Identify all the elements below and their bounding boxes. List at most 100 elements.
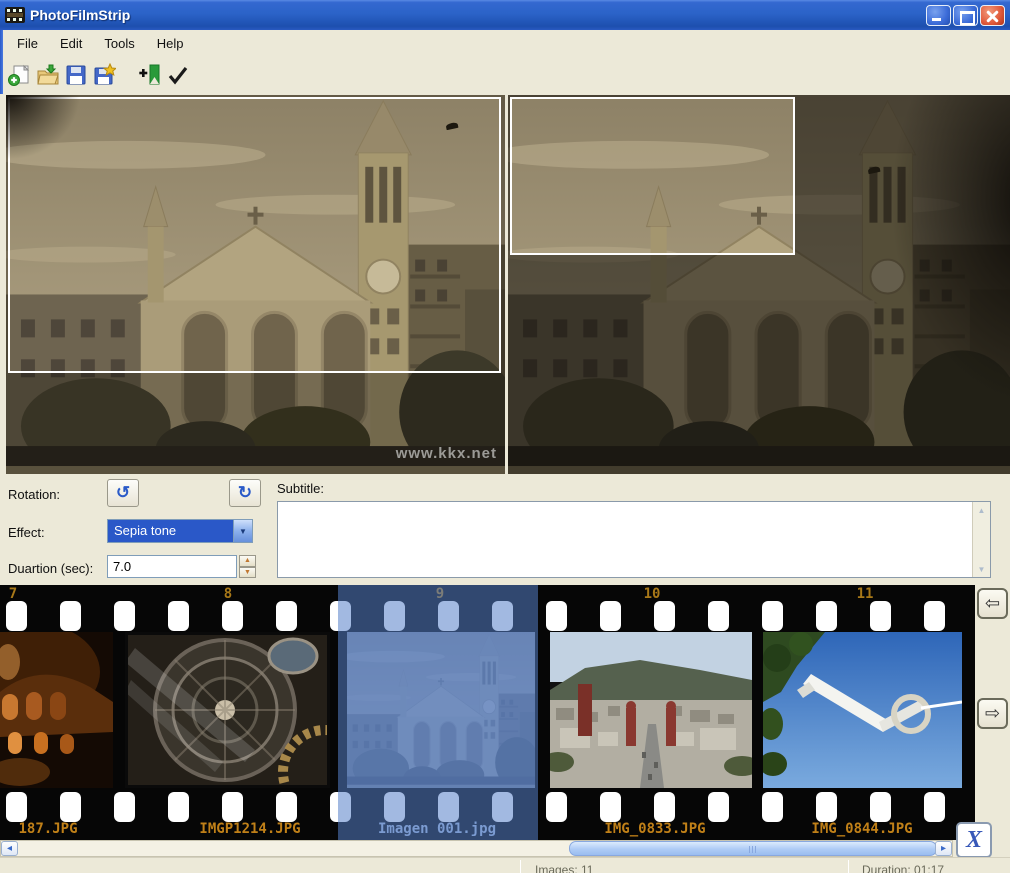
title-bar[interactable]: PhotoFilmStrip (0, 0, 1010, 30)
statusbar-separator (520, 860, 521, 873)
window-title: PhotoFilmStrip (30, 7, 130, 23)
scroll-left-button[interactable]: ◂ (1, 841, 18, 856)
properties-panel: Rotation: ↺ ↻ Effect: Sepia tone ▼ Duart… (0, 475, 1010, 585)
duration-input[interactable] (107, 555, 237, 578)
motion-crop-rect-start[interactable] (8, 97, 501, 373)
sprocket-hole (276, 792, 297, 822)
preview-area: www.kkx.net (0, 94, 1010, 475)
scrollbar-thumb[interactable] (569, 841, 937, 856)
rotate-ccw-icon: ↺ (116, 483, 130, 503)
effect-selected-value: Sepia tone (108, 520, 233, 542)
remove-frame-button[interactable]: X (956, 822, 992, 858)
scroll-right-icon: ▸ (941, 843, 946, 854)
render-filmstrip-button[interactable] (164, 61, 192, 89)
menu-edit[interactable]: Edit (51, 33, 91, 54)
rotation-label: Rotation: (8, 487, 60, 502)
duration-label: Duartion (sec): (8, 561, 93, 576)
thumbnail-imagen001-selected[interactable] (347, 632, 535, 788)
maximize-button[interactable] (953, 5, 978, 26)
menu-help[interactable]: Help (148, 33, 193, 54)
open-project-button[interactable] (34, 61, 62, 89)
chevron-down-icon: ▼ (239, 527, 247, 536)
sprocket-hole (222, 792, 243, 822)
move-frame-right-button[interactable]: ⇨ (977, 698, 1008, 729)
thumbnail-187[interactable] (0, 632, 113, 788)
frame-number: 11 (857, 586, 874, 602)
spin-down-icon: ▼ (244, 569, 251, 576)
status-bar: Images: 11 Duration: 01:17 (0, 857, 1010, 873)
sprocket-hole (546, 792, 567, 822)
subtitle-label: Subtitle: (277, 481, 324, 496)
sprocket-hole (762, 601, 783, 631)
move-frame-left-button[interactable]: ⇦ (977, 588, 1008, 619)
sprocket-hole (114, 601, 135, 631)
sprocket-hole (708, 792, 729, 822)
scroll-right-button[interactable]: ▸ (935, 841, 952, 856)
sprocket-hole (330, 792, 351, 822)
thumbnail-imgp1214[interactable] (125, 632, 330, 788)
menu-file[interactable]: File (8, 33, 47, 54)
scroll-up-button[interactable]: ▲ (973, 502, 990, 518)
delete-x-icon: X (966, 827, 982, 854)
sprocket-hole (600, 792, 621, 822)
scroll-up-icon: ▲ (978, 506, 986, 515)
spin-up-button[interactable]: ▲ (239, 555, 256, 567)
sprocket-hole (708, 601, 729, 631)
preview-image-end (508, 95, 1010, 474)
effect-dropdown-button[interactable]: ▼ (233, 520, 252, 542)
save-project-as-button[interactable] (90, 61, 118, 89)
frame-filename: 187.JPG (18, 821, 77, 837)
sprocket-hole (600, 601, 621, 631)
sprocket-hole (276, 601, 297, 631)
import-pictures-icon (138, 63, 162, 87)
sprocket-hole (762, 792, 783, 822)
statusbar-separator (848, 860, 849, 873)
save-project-button[interactable] (62, 61, 90, 89)
calatrava-tower-photo (763, 632, 962, 788)
sprocket-hole (546, 601, 567, 631)
sprocket-hole (114, 792, 135, 822)
toolbar (0, 56, 1010, 94)
filmstrip-scrollbar[interactable]: ◂ ▸ (0, 840, 953, 857)
sprocket-hole (492, 792, 513, 822)
arrow-right-icon: ⇨ (985, 703, 1000, 724)
motion-crop-rect-end[interactable] (510, 97, 795, 255)
sprocket-hole (384, 601, 405, 631)
open-project-icon (36, 63, 60, 87)
menu-tools[interactable]: Tools (95, 33, 143, 54)
app-icon (5, 6, 25, 24)
effect-dropdown[interactable]: Sepia tone ▼ (107, 519, 253, 543)
sprocket-holes-top (0, 601, 975, 631)
sprocket-hole (438, 601, 459, 631)
import-pictures-button[interactable] (136, 61, 164, 89)
frame-filename: IMG_0833.JPG (604, 821, 705, 837)
minimize-button[interactable] (926, 5, 951, 26)
rotate-left-button[interactable]: ↺ (107, 479, 139, 507)
sprocket-hole (870, 792, 891, 822)
menu-bar: File Edit Tools Help (0, 30, 1010, 56)
rotate-right-button[interactable]: ↻ (229, 479, 261, 507)
status-total-duration: Duration: 01:17 (862, 863, 944, 873)
selection-tint (347, 632, 535, 788)
sprocket-hole (60, 792, 81, 822)
filmstrip-side-panel: ⇦ ⇨ (975, 585, 1010, 840)
frame-number: 9 (436, 586, 444, 602)
thumbnail-img0844[interactable] (763, 632, 962, 788)
scroll-down-icon: ▼ (978, 565, 986, 574)
sprocket-hole (330, 601, 351, 631)
scroll-down-button[interactable]: ▼ (973, 561, 990, 577)
sprocket-hole (438, 792, 459, 822)
status-images-count: Images: 11 (535, 863, 593, 873)
city-panorama-photo (550, 632, 752, 788)
thumbnail-img0833[interactable] (550, 632, 752, 788)
new-project-button[interactable] (6, 61, 34, 89)
sprocket-hole (870, 601, 891, 631)
close-button[interactable] (980, 5, 1005, 26)
save-project-as-icon (92, 63, 116, 87)
preview-image-start: www.kkx.net (6, 95, 505, 474)
sprocket-holes-bottom (0, 792, 975, 822)
spin-down-button[interactable]: ▼ (239, 567, 256, 579)
frame-filename: IMG_0844.JPG (811, 821, 912, 837)
subtitle-textarea[interactable] (278, 502, 972, 577)
frame-filename: IMGP1214.JPG (199, 821, 300, 837)
